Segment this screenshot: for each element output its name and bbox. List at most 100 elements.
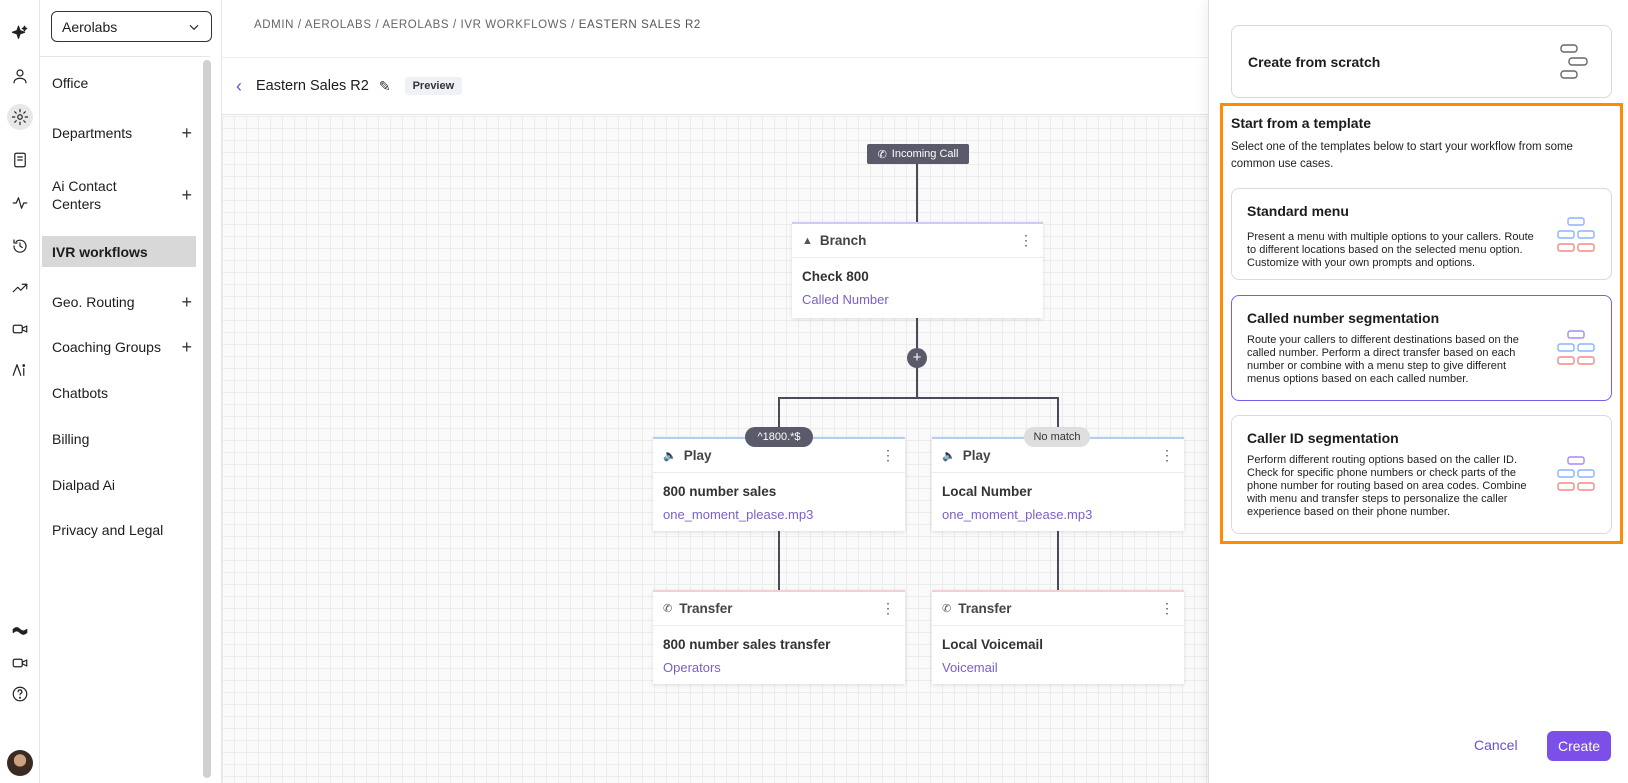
- gear-icon[interactable]: [7, 104, 33, 130]
- trending-icon[interactable]: [7, 275, 33, 301]
- template-description: Select one of the templates below to sta…: [1231, 141, 1573, 170]
- segmentation-tree-icon: [1557, 330, 1595, 365]
- branch-icon: ▲: [802, 234, 813, 247]
- sidebar-item-label: IVR workflows: [52, 243, 148, 260]
- transfer-card-right[interactable]: ✆ Transfer ⋮ Local Voicemail Voicemail: [932, 590, 1184, 684]
- card-title: Local Number: [942, 484, 1033, 499]
- help-icon[interactable]: [7, 681, 33, 707]
- edit-pencil-icon[interactable]: ✎: [379, 78, 391, 95]
- sidebar-item-label: Billing: [52, 431, 90, 447]
- sidebar-item-dialpad-ai[interactable]: Dialpad Ai: [42, 474, 202, 496]
- template-heading: Start from a template: [1231, 115, 1372, 131]
- card-type: Transfer: [958, 601, 1012, 616]
- template-called-number-segmentation[interactable]: Called number segmentation Route your ca…: [1231, 295, 1612, 401]
- connector: [778, 397, 1059, 399]
- transfer-card-left[interactable]: ✆ Transfer ⋮ 800 number sales transfer Ope…: [653, 590, 905, 684]
- partner-icon[interactable]: [7, 618, 33, 644]
- org-select-value: Aerolabs: [62, 18, 118, 35]
- avatar[interactable]: [7, 750, 33, 776]
- more-vertical-icon[interactable]: ⋮: [881, 447, 895, 464]
- incoming-call-node[interactable]: ✆ Incoming Call: [867, 144, 969, 164]
- person-icon[interactable]: [7, 63, 33, 89]
- sidebar-item-label: Privacy and Legal: [52, 522, 164, 538]
- sidebar-item-label: Dialpad Ai: [52, 477, 116, 493]
- branch-card[interactable]: ▲ Branch ⋮ Check 800 Called Number: [792, 222, 1043, 318]
- plus-icon[interactable]: +: [181, 123, 192, 144]
- phone-transfer-icon: ✆: [942, 603, 952, 615]
- more-vertical-icon[interactable]: ⋮: [1160, 447, 1174, 464]
- card-type: Branch: [819, 233, 867, 248]
- card-type: Play: [962, 448, 991, 463]
- sidebar-item-label: Coaching Groups: [52, 339, 161, 355]
- sidebar-item-departments[interactable]: Departments +: [42, 121, 202, 145]
- card-subtitle: Operators: [663, 660, 721, 675]
- card-type: Transfer: [679, 601, 733, 616]
- org-select[interactable]: Aerolabs: [51, 11, 212, 42]
- add-step-button[interactable]: +: [907, 348, 927, 368]
- sparkle-icon[interactable]: [7, 20, 33, 46]
- ai-icon[interactable]: [7, 357, 33, 383]
- sidebar-item-office[interactable]: Office: [42, 72, 202, 94]
- speaker-icon: 🔈: [663, 450, 677, 462]
- speaker-icon: 🔈: [942, 450, 956, 462]
- more-vertical-icon[interactable]: ⋮: [1019, 232, 1033, 249]
- create-from-scratch-card[interactable]: Create from scratch: [1231, 25, 1612, 98]
- camera-icon[interactable]: [7, 650, 33, 676]
- template-body: Route your callers to different destinat…: [1247, 334, 1519, 385]
- scratch-label: Create from scratch: [1248, 53, 1381, 70]
- contact-book-icon[interactable]: [7, 147, 33, 173]
- card-subtitle: one_moment_please.mp3: [942, 507, 1093, 522]
- connector: [1057, 530, 1059, 590]
- breadcrumb-path[interactable]: ADMIN / AEROLABS / AEROLABS / IVR WORKFL…: [254, 19, 579, 31]
- sidebar-item-ai-contact-centers[interactable]: Ai Contact Centers +: [42, 176, 202, 214]
- sidebar-item-billing[interactable]: Billing: [42, 428, 202, 450]
- template-body: Present a menu with multiple options to …: [1247, 231, 1534, 269]
- plus-icon[interactable]: +: [181, 185, 192, 206]
- more-vertical-icon[interactable]: ⋮: [1160, 600, 1174, 617]
- video-meeting-icon[interactable]: [7, 316, 33, 342]
- template-standard-menu[interactable]: Standard menu Present a menu with multip…: [1231, 188, 1612, 280]
- sidebar-scrollbar[interactable]: [203, 60, 211, 778]
- plus-icon[interactable]: +: [181, 292, 192, 313]
- workflow-header: ‹ Eastern Sales R2 ✎ Preview: [222, 57, 1208, 115]
- template-title: Caller ID segmentation: [1247, 430, 1399, 446]
- more-vertical-icon[interactable]: ⋮: [881, 600, 895, 617]
- card-subtitle: Called Number: [802, 292, 889, 307]
- play-card-left[interactable]: 🔈 Play ⋮ 800 number sales one_moment_pleas…: [653, 437, 905, 531]
- sidebar-item-coaching-groups[interactable]: Coaching Groups +: [42, 335, 202, 359]
- branch-condition-pill[interactable]: ^1800.*$: [745, 427, 813, 447]
- create-workflow-panel: Create from scratch Start from a templat…: [1208, 0, 1628, 783]
- history-icon[interactable]: [7, 233, 33, 259]
- activity-icon[interactable]: [7, 190, 33, 216]
- sidebar-item-privacy-legal[interactable]: Privacy and Legal: [42, 519, 202, 541]
- card-subtitle: one_moment_please.mp3: [663, 507, 814, 522]
- play-card-right[interactable]: 🔈 Play ⋮ Local Number one_moment_please.mp…: [932, 437, 1184, 531]
- back-icon[interactable]: ‹: [236, 76, 242, 97]
- sidebar-item-chatbots[interactable]: Chatbots: [42, 382, 202, 404]
- sidebar-item-label: Departments: [52, 125, 133, 141]
- card-title: Local Voicemail: [942, 637, 1044, 652]
- template-caller-id-segmentation[interactable]: Caller ID segmentation Perform different…: [1231, 415, 1612, 534]
- create-button[interactable]: Create: [1547, 731, 1611, 761]
- sidebar-item-label: Geo. Routing: [52, 294, 135, 310]
- card-type: Play: [683, 448, 712, 463]
- chevron-down-icon: [189, 24, 199, 30]
- sidebar-item-ivr-workflows[interactable]: IVR workflows: [42, 236, 196, 267]
- menu-tree-icon: [1557, 217, 1595, 252]
- template-title: Called number segmentation: [1247, 310, 1440, 326]
- card-subtitle: Voicemail: [942, 660, 998, 675]
- cancel-button[interactable]: Cancel: [1474, 737, 1518, 753]
- template-body: Perform different routing options based …: [1247, 454, 1527, 518]
- no-match-pill[interactable]: No match: [1024, 427, 1090, 447]
- sidebar-divider: [40, 56, 210, 57]
- page-title: Eastern Sales R2: [256, 78, 369, 94]
- sidebar-item-geo-routing[interactable]: Geo. Routing +: [42, 290, 202, 314]
- breadcrumb-current: EASTERN SALES R2: [578, 19, 701, 31]
- sidebar: Aerolabs Office Departments + Ai Contact …: [40, 0, 222, 783]
- sidebar-item-label: Ai Contact Centers: [52, 178, 117, 212]
- card-title: Check 800: [802, 269, 869, 284]
- plus-icon[interactable]: +: [181, 337, 192, 358]
- preview-badge: Preview: [404, 77, 463, 95]
- template-title: Standard menu: [1247, 203, 1349, 219]
- card-title: 800 number sales: [663, 484, 777, 499]
